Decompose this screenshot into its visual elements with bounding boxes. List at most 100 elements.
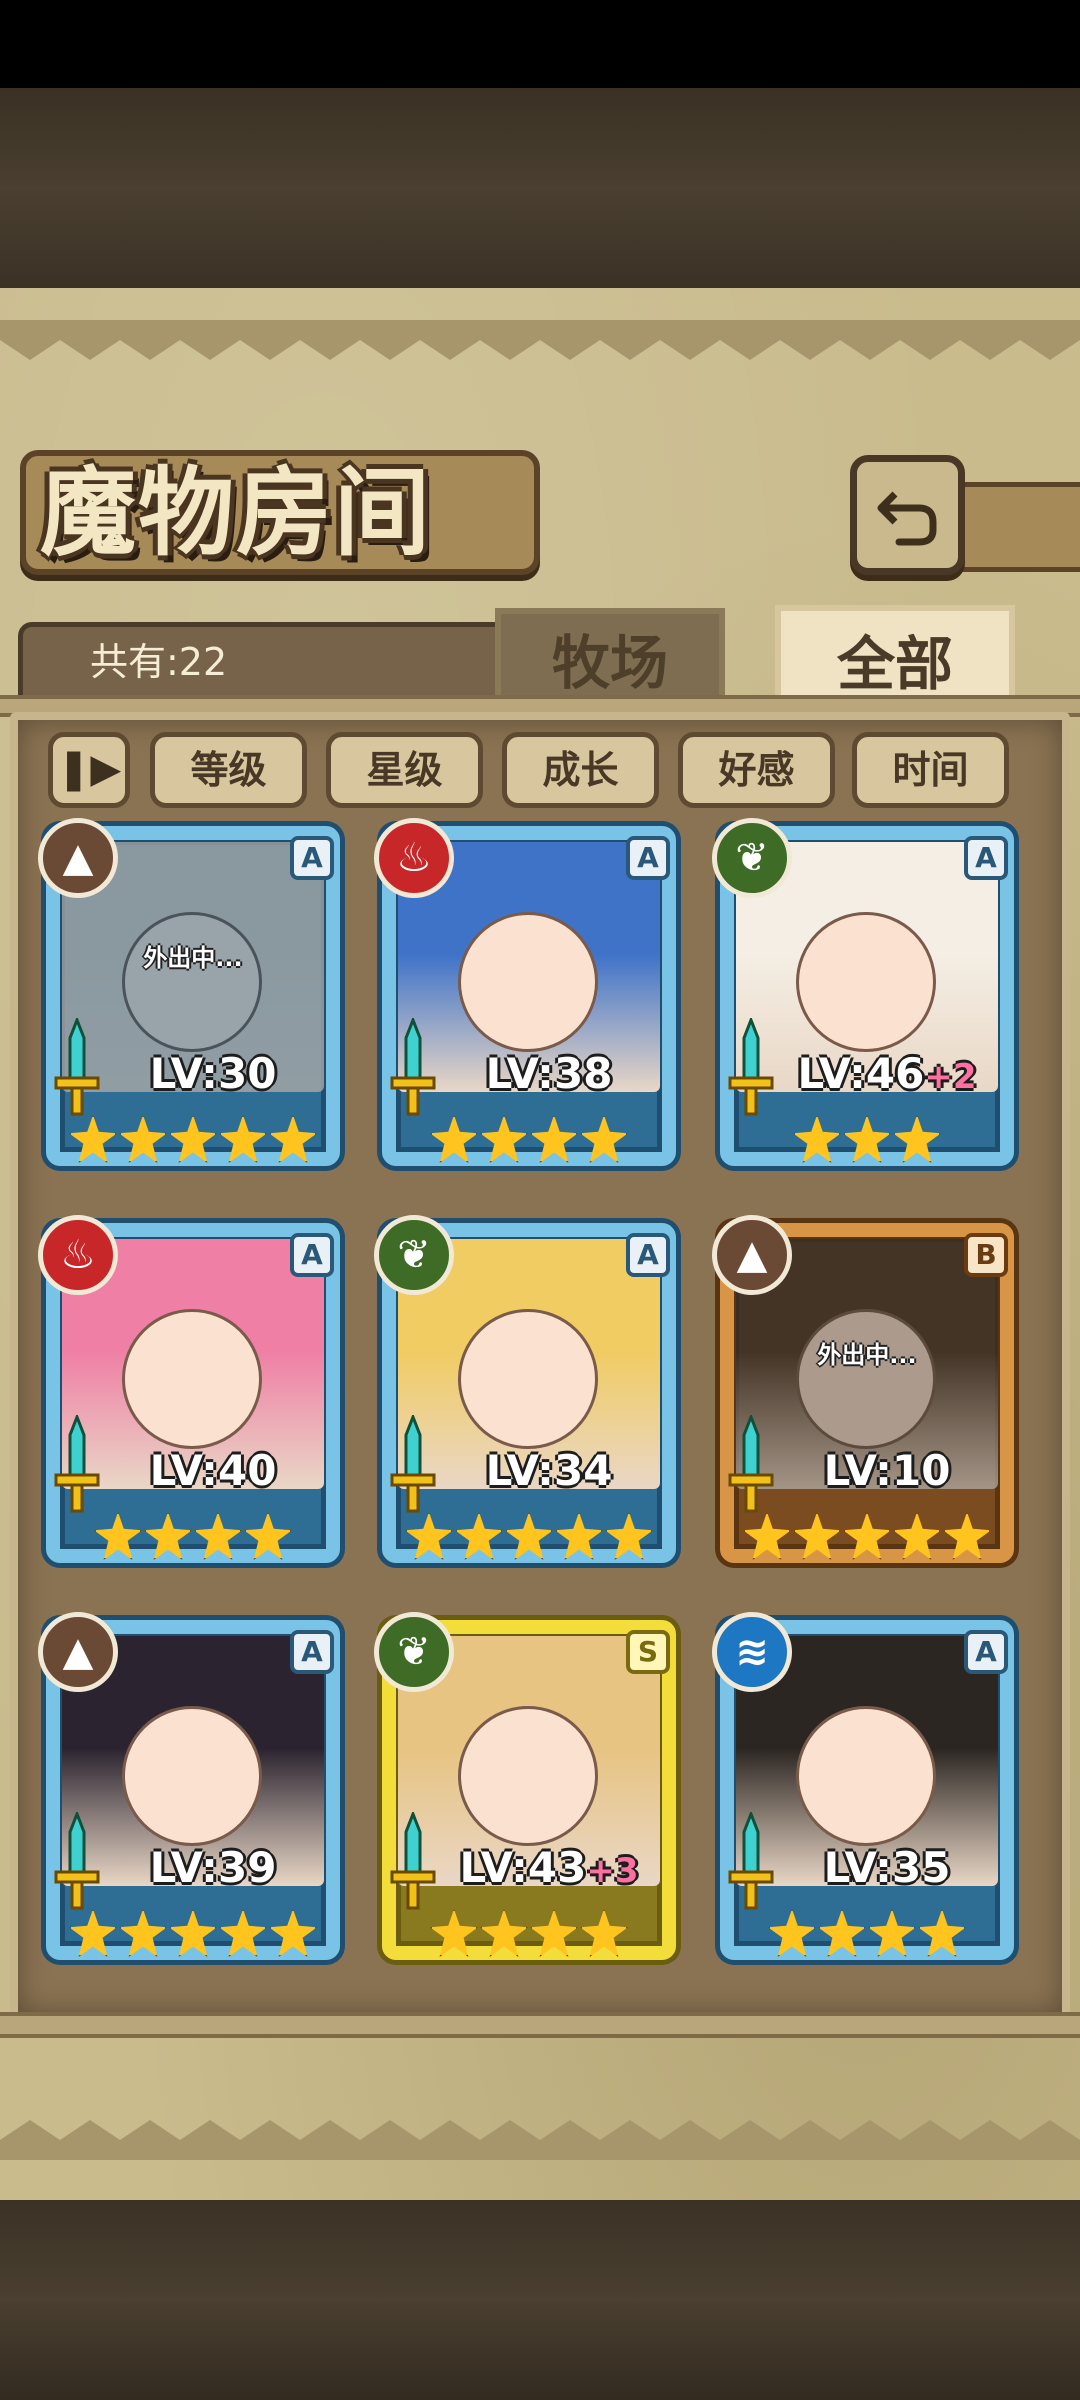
star-icon (405, 1512, 453, 1560)
sword-icon (54, 1018, 100, 1116)
sword-icon (390, 1018, 436, 1116)
rank-badge: S (626, 1630, 670, 1674)
sword-icon (728, 1415, 774, 1513)
sort-order-toggle[interactable]: ❚▶ (48, 732, 130, 808)
star-rating (732, 1902, 1002, 1964)
bottom-decor-band (0, 2200, 1080, 2400)
sword-icon (54, 1812, 100, 1910)
monster-card[interactable]: S ❦ LV:43+3 (374, 1612, 684, 1974)
rank-badge: A (290, 1233, 334, 1277)
star-icon (843, 1115, 891, 1163)
star-icon (269, 1115, 317, 1163)
water-element-icon: ≋ (712, 1612, 792, 1692)
monster-face (122, 1309, 262, 1449)
sword-icon (728, 1812, 774, 1910)
sort-affection-button[interactable]: 好感 (678, 732, 835, 808)
busy-label: 外出中... (817, 1341, 917, 1369)
sort-stars-button[interactable]: 星级 (326, 732, 483, 808)
monster-face (458, 912, 598, 1052)
sword-icon (54, 1415, 100, 1513)
star-rating (394, 1108, 664, 1170)
star-icon (219, 1115, 267, 1163)
panel-bottom-rail (0, 2012, 1080, 2038)
sword-icon (728, 1018, 774, 1116)
monster-card[interactable]: 外出中... A ▲ LV:30 (38, 818, 348, 1180)
rank-badge: A (290, 1630, 334, 1674)
sword-icon (390, 1812, 436, 1910)
fire-element-icon: ♨ (38, 1215, 118, 1295)
star-icon (144, 1512, 192, 1560)
star-icon (119, 1115, 167, 1163)
sort-level-button[interactable]: 等级 (150, 732, 307, 808)
rank-badge: A (626, 836, 670, 880)
star-icon (430, 1115, 478, 1163)
star-icon (69, 1909, 117, 1957)
leaf-element-icon: ❦ (712, 818, 792, 898)
level-label: LV:38 (434, 1050, 664, 1098)
star-icon (943, 1512, 991, 1560)
star-icon (580, 1115, 628, 1163)
level-value: LV:43 (459, 1843, 587, 1892)
sort-time-button[interactable]: 时间 (852, 732, 1009, 808)
monster-card[interactable]: A ♨ LV:38 (374, 818, 684, 1180)
star-icon (580, 1909, 628, 1957)
star-icon (843, 1512, 891, 1560)
level-value: LV:38 (485, 1049, 613, 1098)
monster-card[interactable]: A ≋ LV:35 (712, 1612, 1022, 1974)
monster-face (796, 912, 936, 1052)
monster-card[interactable]: 外出中... B ▲ LV:10 (712, 1215, 1022, 1577)
back-rail (960, 482, 1080, 572)
star-icon (530, 1115, 578, 1163)
status-bar (0, 0, 1080, 88)
level-label: LV:43+3 (434, 1844, 664, 1892)
star-icon (743, 1512, 791, 1560)
star-icon (768, 1909, 816, 1957)
monster-face (458, 1309, 598, 1449)
star-icon (893, 1115, 941, 1163)
star-icon (605, 1512, 653, 1560)
star-rating (58, 1902, 328, 1964)
level-value: LV:35 (823, 1843, 951, 1892)
back-button[interactable] (850, 455, 965, 575)
star-rating (732, 1505, 1002, 1567)
fire-element-icon: ♨ (374, 818, 454, 898)
monster-card[interactable]: A ▲ LV:39 (38, 1612, 348, 1974)
level-label: LV:40 (98, 1447, 328, 1495)
top-decor-band (0, 88, 1080, 288)
level-bonus: +3 (586, 1851, 639, 1891)
monster-face (796, 1309, 936, 1449)
monster-card[interactable]: A ❦ LV:46+2 (712, 818, 1022, 1180)
level-label: LV:46+2 (772, 1050, 1002, 1098)
star-icon (480, 1909, 528, 1957)
star-icon (94, 1512, 142, 1560)
star-icon (505, 1512, 553, 1560)
rank-badge: A (964, 836, 1008, 880)
star-rating (58, 1108, 328, 1170)
leaf-element-icon: ❦ (374, 1215, 454, 1295)
star-icon (455, 1512, 503, 1560)
star-rating (732, 1108, 1002, 1170)
monster-face (796, 1706, 936, 1846)
monster-card[interactable]: A ♨ LV:40 (38, 1215, 348, 1577)
leaf-element-icon: ❦ (374, 1612, 454, 1692)
monster-card[interactable]: A ❦ LV:34 (374, 1215, 684, 1577)
star-icon (555, 1512, 603, 1560)
level-value: LV:10 (823, 1446, 951, 1495)
page-title: 魔物房间 (40, 456, 432, 569)
rank-badge: A (964, 1630, 1008, 1674)
level-value: LV:30 (149, 1049, 277, 1098)
monster-face (458, 1706, 598, 1846)
level-bonus: +2 (924, 1057, 977, 1097)
busy-label: 外出中... (143, 944, 243, 972)
star-icon (793, 1115, 841, 1163)
bottom-zigzag-border (0, 2120, 1080, 2160)
level-label: LV:34 (434, 1447, 664, 1495)
earth-element-icon: ▲ (712, 1215, 792, 1295)
tab-ranch[interactable]: 牧场 (495, 608, 725, 708)
sort-growth-button[interactable]: 成长 (502, 732, 659, 808)
level-label: LV:39 (98, 1844, 328, 1892)
level-label: LV:35 (772, 1844, 1002, 1892)
star-icon (244, 1512, 292, 1560)
rank-badge: B (964, 1233, 1008, 1277)
star-icon (893, 1512, 941, 1560)
